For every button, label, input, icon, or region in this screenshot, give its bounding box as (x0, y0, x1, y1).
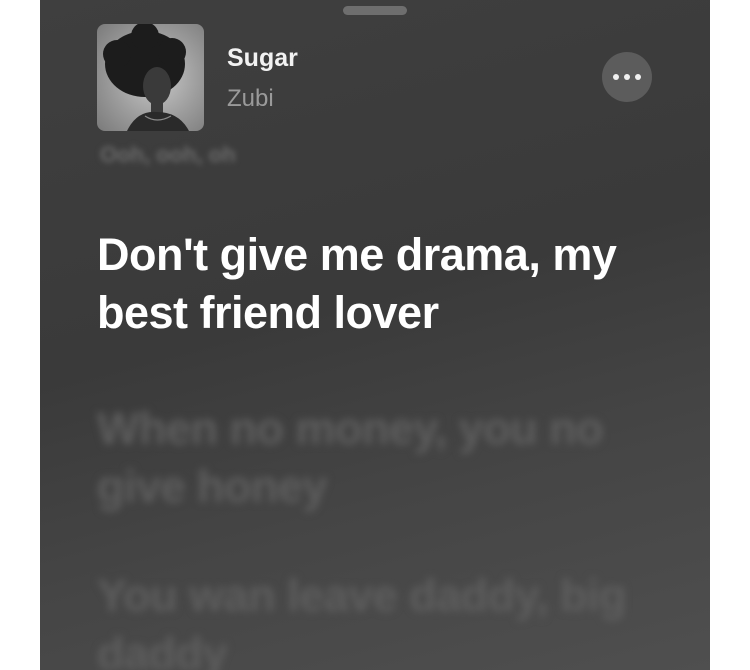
lyric-line-active[interactable]: Don't give me drama, my best friend love… (97, 226, 667, 342)
lyrics-screen: Sugar Zubi Ooh, ooh, oh Don't give me dr… (40, 0, 710, 670)
sheet-grabber-handle[interactable] (343, 6, 407, 15)
lyric-line-upcoming[interactable]: You wan leave daddy, big daddy (97, 567, 667, 670)
lyric-line-upcoming[interactable]: When no money, you no give honey (97, 400, 667, 516)
lyric-line-previous[interactable]: Ooh, ooh, oh (100, 142, 236, 168)
album-artwork[interactable] (97, 24, 204, 131)
track-artist[interactable]: Zubi (227, 85, 274, 113)
ellipsis-icon (635, 74, 641, 80)
ellipsis-icon (624, 74, 630, 80)
more-options-button[interactable] (602, 52, 652, 102)
ellipsis-icon (613, 74, 619, 80)
album-artwork-illustration (103, 24, 189, 131)
track-title: Sugar (227, 44, 298, 72)
